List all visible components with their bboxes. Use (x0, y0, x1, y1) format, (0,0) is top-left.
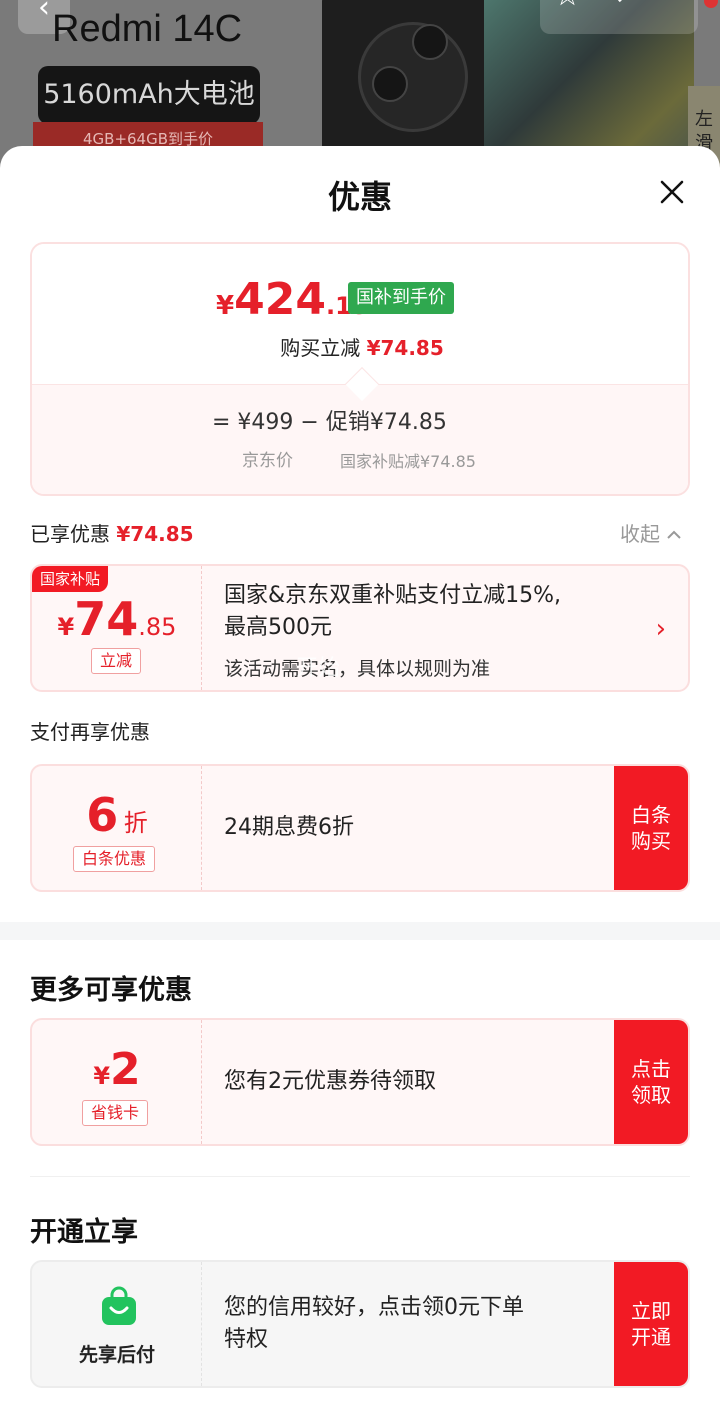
subsidy-value-int: 74 (74, 592, 139, 646)
claim-coupon-button[interactable]: 点击 领取 (614, 1020, 688, 1144)
more-icon[interactable]: ⋯ (652, 0, 682, 13)
pay-later-description: 您的信用较好，点击领0元下单 特权 (224, 1292, 524, 1356)
baitiao-card[interactable]: 6 折 白条优惠 24期息费6折 白条 购买 (30, 764, 690, 892)
pay-later-label: 先享后付 (78, 1344, 155, 1366)
final-price: ¥424.15 (216, 274, 368, 325)
subsidy-value: ¥74.85 (32, 592, 202, 646)
baitiao-description: 24期息费6折 (224, 815, 354, 840)
product-title: Redmi 14C (52, 8, 243, 50)
battery-label: 5160mAh大电池 (38, 66, 260, 124)
open-now-heading: 开通立享 (30, 1217, 138, 1248)
baitiao-value-num: 6 (86, 788, 119, 842)
coupon-card-left: ¥2 省钱卡 (32, 1020, 202, 1144)
star-icon[interactable]: ☆ (554, 0, 581, 13)
pay-later-card-left: 先享后付 (32, 1262, 202, 1386)
subsidy-yen: ¥ (57, 613, 75, 641)
enjoyed-amount: ¥74.85 (116, 522, 194, 546)
subsidy-tag: 国家补贴 (32, 566, 109, 592)
price-summary-card: ¥424.15 国补到手价 购买立减 ¥74.85 = ¥499 − 促销¥74… (30, 242, 690, 496)
coupon-yen: ¥ (93, 1062, 111, 1090)
discount-sheet: 优惠 ¥424.15 国补到手价 购买立减 ¥74.85 = ¥499 − 促销… (0, 146, 720, 1404)
watermark-text: 开始 (296, 656, 341, 681)
claim-button-line-1: 点击 (631, 1057, 671, 1081)
price-integer: 424 (234, 274, 326, 325)
collapse-label: 收起 (620, 522, 660, 546)
pay-later-line-1: 您的信用较好，点击领0元下单 (224, 1295, 524, 1320)
baitiao-button-line-1: 白条 (631, 803, 671, 827)
enjoyed-discount-label: 已享优惠 ¥74.85 (30, 518, 194, 547)
enjoyed-text: 已享优惠 (30, 522, 110, 546)
subsidy-price-badge: 国补到手价 (348, 282, 454, 314)
baitiao-buy-button[interactable]: 白条 购买 (614, 766, 688, 890)
subsidy-value-dec: .85 (138, 613, 177, 641)
section-divider (0, 922, 720, 940)
notification-dot (704, 0, 718, 8)
camera-lens (372, 66, 408, 102)
more-discounts-heading: 更多可享优惠 (30, 975, 192, 1006)
jd-price-label: 京东价 (242, 451, 293, 471)
baitiao-card-left: 6 折 白条优惠 (32, 766, 202, 890)
subsidy-line-2: 最高500元 (224, 615, 332, 640)
gov-subsidy-label: 国家补贴减¥74.85 (340, 452, 476, 471)
chevron-right-icon[interactable]: › (656, 614, 666, 644)
reduction-label: 购买立减 (280, 336, 361, 360)
subsidy-description: 国家&京东双重补贴支付立减15%, 最高500元 (224, 580, 561, 644)
top-action-bar: ☆ ↪ ⋯ (540, 0, 698, 34)
subsidy-card-left: 国家补贴 ¥74.85 立减 (32, 566, 202, 690)
instant-reduce-tag: 立减 (91, 648, 142, 674)
subsidy-card[interactable]: 国家补贴 ¥74.85 立减 国家&京东双重补贴支付立减15%, 最高500元 … (30, 564, 690, 692)
price-yen: ¥ (216, 291, 235, 321)
subsidy-rule-note: 该活动需实名，具体以规则为准 (224, 658, 491, 680)
chevron-up-icon (666, 522, 682, 546)
pay-later-line-2: 特权 (224, 1327, 269, 1352)
saving-card-tag: 省钱卡 (82, 1100, 149, 1126)
open-now-button[interactable]: 立即 开通 (614, 1262, 688, 1386)
shopping-bag-icon (100, 1286, 138, 1326)
share-icon[interactable]: ↪ (602, 0, 627, 13)
coupon-value-num: 2 (110, 1044, 141, 1095)
coupon-card[interactable]: ¥2 省钱卡 您有2元优惠券待领取 点击 领取 (30, 1018, 690, 1146)
coupon-description: 您有2元优惠券待领取 (224, 1069, 436, 1094)
reduction-amount: ¥74.85 (366, 336, 444, 360)
camera-lens (412, 24, 448, 60)
subsidy-line-1: 国家&京东双重补贴支付立减15%, (224, 583, 562, 608)
collapse-button[interactable]: 收起 (620, 518, 682, 547)
section-divider-line (30, 1176, 690, 1177)
open-button-line-2: 开通 (631, 1325, 671, 1349)
pay-discount-label: 支付再享优惠 (30, 720, 150, 744)
baitiao-value: 6 折 (32, 788, 202, 842)
close-icon[interactable] (652, 172, 692, 212)
claim-button-line-2: 领取 (631, 1083, 671, 1107)
baitiao-tag: 白条优惠 (73, 846, 156, 872)
purchase-reduction: 购买立减 ¥74.85 (32, 332, 688, 361)
open-button-line-1: 立即 (631, 1299, 671, 1323)
baitiao-value-unit: 折 (123, 809, 148, 837)
coupon-value: ¥2 (32, 1044, 202, 1095)
pay-later-card[interactable]: 先享后付 您的信用较好，点击领0元下单 特权 立即 开通 (30, 1260, 690, 1388)
price-formula: = ¥499 − 促销¥74.85 (212, 410, 447, 435)
baitiao-button-line-2: 购买 (631, 829, 671, 853)
sheet-title: 优惠 (327, 178, 392, 216)
